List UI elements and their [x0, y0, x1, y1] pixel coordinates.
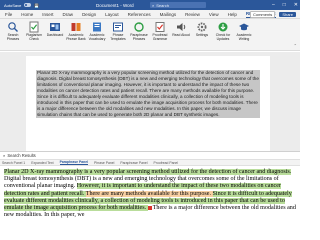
vocabulary-label: Academic Vocabulary — [88, 33, 106, 41]
share-button[interactable]: Share — [279, 11, 296, 17]
settings-button[interactable]: Settings — [192, 21, 212, 38]
search-icon: ⌕ — [152, 2, 155, 8]
title-bar: AutoSave 💾 Document1 - Word ⌕ Search – □… — [0, 0, 300, 10]
plagiarism-check-button[interactable]: Plagiarism Check — [24, 21, 44, 41]
plagiarism-result-text: Planar 2D X-ray mammography is a very po… — [0, 166, 300, 219]
phrase-templates-icon — [112, 21, 124, 33]
settings-label: Settings — [195, 33, 209, 37]
panel-tab-2[interactable]: Expanded Text — [31, 161, 53, 165]
phrase-templates-button[interactable]: Phrase Templates — [108, 21, 128, 41]
plagiarism-check-icon — [28, 21, 40, 33]
document-canvas: Planar 2D X-ray mammography is a very po… — [0, 52, 300, 151]
panel-header: ⌕ Search Results — [0, 152, 300, 159]
panel-tab-3[interactable]: Paraphrase Panel — [59, 160, 89, 165]
updates-button[interactable]: Check for Updates — [213, 21, 233, 41]
menu-bar: File Home Insert Draw Design Layout Refe… — [0, 10, 300, 19]
phrase-bank-icon — [70, 21, 82, 33]
selected-paragraph[interactable]: Planar 2D X-ray mammography is a very po… — [36, 70, 260, 118]
menu-file[interactable]: File — [5, 12, 12, 17]
dashboard-button[interactable]: Dashboard — [45, 21, 65, 38]
proofread-label: Proofread Grammar — [152, 33, 168, 41]
search-results-icon: ⌕ — [3, 153, 6, 158]
read-aloud-icon — [175, 21, 187, 33]
menu-view[interactable]: View — [209, 12, 219, 17]
document-page[interactable]: Planar 2D X-ray mammography is a very po… — [26, 56, 270, 151]
academic-writing-icon — [238, 21, 250, 33]
phrase-templates-label: Phrase Templates — [110, 33, 126, 41]
panel-tabs: Search Panel 1 Expanded Text Paraphrase … — [0, 159, 300, 166]
search-box[interactable]: ⌕ Search — [150, 2, 206, 8]
menu-mailings[interactable]: Mailings — [160, 12, 177, 17]
vocabulary-button[interactable]: Academic Vocabulary — [87, 21, 107, 41]
save-icon[interactable]: 💾 — [34, 3, 39, 8]
menu-insert[interactable]: Insert — [42, 12, 53, 17]
match-segment-3: There are many methods available for thi… — [85, 190, 213, 197]
settings-icon — [196, 21, 208, 33]
search-results-panel: ⌕ Search Results Search Panel 1 Expanded… — [0, 151, 300, 219]
proofread-button[interactable]: Proofread Grammar — [150, 21, 170, 41]
phrase-bank-button[interactable]: Academic Phrase Bank — [66, 21, 86, 41]
search-placeholder: Search — [156, 2, 169, 8]
vocabulary-icon — [91, 21, 103, 33]
menu-design[interactable]: Design — [82, 12, 96, 17]
plagiarism-check-label: Plagiarism Check — [26, 33, 42, 41]
read-aloud-label: Read Aloud — [172, 33, 190, 37]
menu-references[interactable]: References — [128, 12, 151, 17]
menu-draw[interactable]: Draw — [63, 12, 74, 17]
paraphrase-button[interactable]: Paraphrase Phrases — [129, 21, 149, 41]
search-phrases-icon — [7, 21, 19, 33]
autosave-label: AutoSave — [4, 2, 22, 8]
paraphrase-label: Paraphrase Phrases — [130, 33, 148, 41]
comments-button[interactable]: Comments — [249, 10, 276, 18]
proofread-icon — [154, 21, 166, 33]
menu-help[interactable]: Help — [228, 12, 237, 17]
search-phrases-button[interactable]: Search Phrases — [3, 21, 23, 41]
menu-review[interactable]: Review — [185, 12, 200, 17]
dashboard-icon — [49, 21, 61, 33]
panel-title: Search Results — [7, 153, 36, 158]
menu-layout[interactable]: Layout — [105, 12, 119, 17]
autosave-toggle[interactable] — [24, 3, 32, 7]
red-marker-icon — [147, 205, 152, 210]
phrase-bank-label: Academic Phrase Bank — [66, 33, 86, 41]
dashboard-label: Dashboard — [46, 33, 64, 37]
academic-writing-label: Academic Writing — [236, 33, 252, 41]
match-segment-1: Planar 2D X-ray mammography is a very po… — [4, 169, 292, 175]
menu-home[interactable]: Home — [21, 12, 33, 17]
paraphrase-icon — [133, 21, 145, 33]
ribbon-toolbar: Search Phrases Plagiarism Check Dashboar… — [0, 19, 300, 51]
panel-tab-6[interactable]: Proofread Panel — [154, 161, 179, 165]
maximize-icon[interactable]: □ — [283, 2, 286, 8]
panel-tab-5[interactable]: Paraphrase Panel — [120, 161, 147, 165]
minimize-icon[interactable]: – — [272, 2, 275, 8]
academic-writing-button[interactable]: Academic Writing — [234, 21, 254, 41]
ribbon-collapse-icon[interactable]: ⌃ — [294, 43, 297, 48]
updates-icon — [217, 21, 229, 33]
document-title: Document1 - Word — [96, 2, 134, 8]
read-aloud-button[interactable]: Read Aloud — [171, 21, 191, 38]
panel-tab-4[interactable]: Phrase Panel — [94, 161, 114, 165]
close-icon[interactable]: ✕ — [294, 2, 298, 8]
updates-label: Check for Updates — [215, 33, 231, 41]
panel-tab-1[interactable]: Search Panel 1 — [2, 161, 25, 165]
search-phrases-label: Search Phrases — [6, 33, 20, 41]
